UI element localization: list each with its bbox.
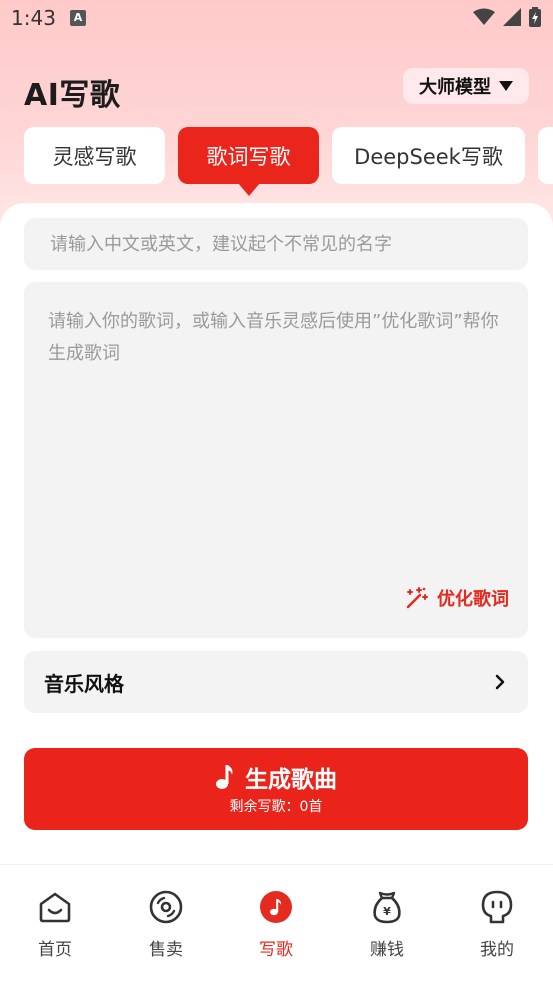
triangle-down-icon [499,81,513,91]
nav-label-write-song: 写歌 [259,940,293,960]
home-icon [39,892,71,923]
battery-icon [529,7,541,27]
nav-item-home[interactable]: 首页 [15,889,95,969]
nav-item-write-song[interactable]: 写歌 [236,889,316,969]
status-time: 1:43 [11,6,56,30]
music-style-selector[interactable]: 音乐风格 [24,651,528,713]
status-bar: 1:43 A [0,0,553,36]
notification-icon: A [70,10,86,26]
magic-wand-icon [406,587,428,609]
page-title: AI写歌 [24,78,121,113]
wifi-icon [473,8,495,25]
music-note-icon [216,765,233,789]
tab-deepseek[interactable]: DeepSeek写歌 [332,127,525,184]
nav-item-profile[interactable]: 我的 [457,889,537,969]
header: AI写歌 大师模型 [24,68,529,113]
nav-label-home: 首页 [38,940,72,960]
nav-label-sell: 售卖 [149,940,183,960]
nav-item-earn[interactable]: ¥ 赚钱 [347,889,427,969]
music-note-icon [260,891,292,923]
song-name-input[interactable] [24,218,528,270]
tab-more-partial[interactable] [538,127,553,184]
main-panel: 优化歌词 音乐风格 生成歌曲 剩余写歌：0首 [0,203,553,865]
nav-label-profile: 我的 [480,940,514,960]
model-selector-button[interactable]: 大师模型 [403,68,529,104]
lyrics-input[interactable] [48,306,504,566]
nav-item-sell[interactable]: 售卖 [126,889,206,969]
model-selector-label: 大师模型 [419,77,491,98]
lyrics-box: 优化歌词 [24,282,528,638]
profile-icon [481,890,513,924]
tab-lyrics[interactable]: 歌词写歌 [178,127,319,196]
status-icons [473,7,541,27]
mode-tabs: 灵感写歌 歌词写歌 DeepSeek写歌 [24,127,553,196]
music-style-label: 音乐风格 [44,671,124,696]
chevron-right-icon [495,674,505,690]
bottom-nav: 首页 售卖 写歌 ¥ 赚钱 我的 [0,864,553,985]
tab-inspiration[interactable]: 灵感写歌 [24,127,165,184]
generate-song-button[interactable]: 生成歌曲 剩余写歌：0首 [24,748,528,830]
generate-song-label: 生成歌曲 [245,767,337,793]
optimize-lyrics-button[interactable]: 优化歌词 [405,585,509,611]
nav-label-earn: 赚钱 [370,940,404,960]
money-bag-icon: ¥ [373,891,401,924]
disc-icon [149,890,183,924]
signal-icon [503,8,521,26]
svg-text:¥: ¥ [383,905,391,918]
remaining-count: 剩余写歌：0首 [229,799,323,815]
optimize-lyrics-label: 优化歌词 [437,589,509,610]
